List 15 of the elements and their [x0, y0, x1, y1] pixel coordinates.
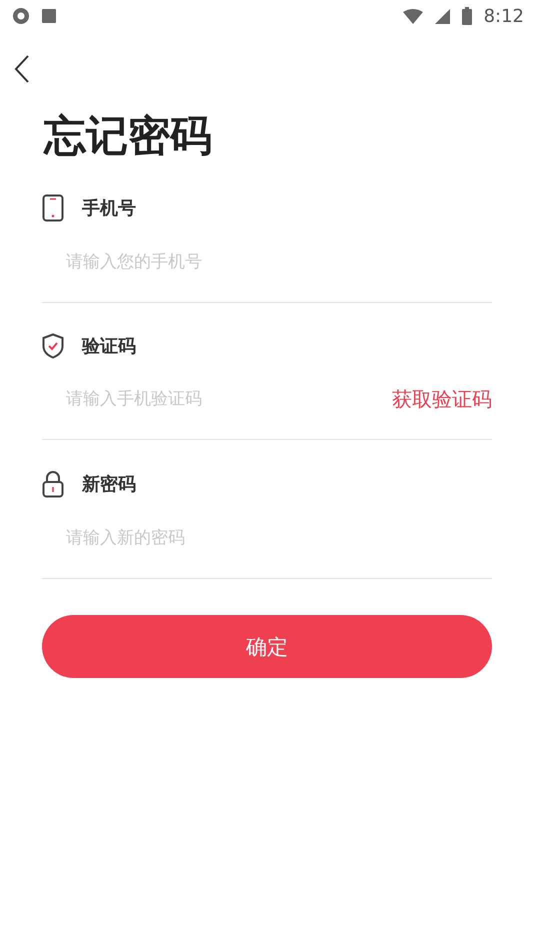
get-code-link[interactable]: 获取验证码 — [392, 386, 492, 412]
confirm-button[interactable]: 确定 — [42, 615, 492, 678]
field-label: 新密码 — [82, 473, 136, 496]
wifi-icon — [402, 8, 423, 24]
notification-icon — [42, 9, 56, 23]
lock-icon — [42, 470, 64, 498]
battery-icon — [462, 7, 472, 25]
phone-icon — [42, 194, 64, 222]
signal-icon — [434, 8, 450, 24]
field-label: 验证码 — [82, 335, 136, 358]
field-label: 手机号 — [82, 197, 136, 220]
app-icon — [12, 7, 30, 25]
page-title: 忘记密码 — [44, 110, 213, 162]
status-time: 8:12 — [484, 6, 524, 26]
shield-icon — [42, 333, 64, 359]
